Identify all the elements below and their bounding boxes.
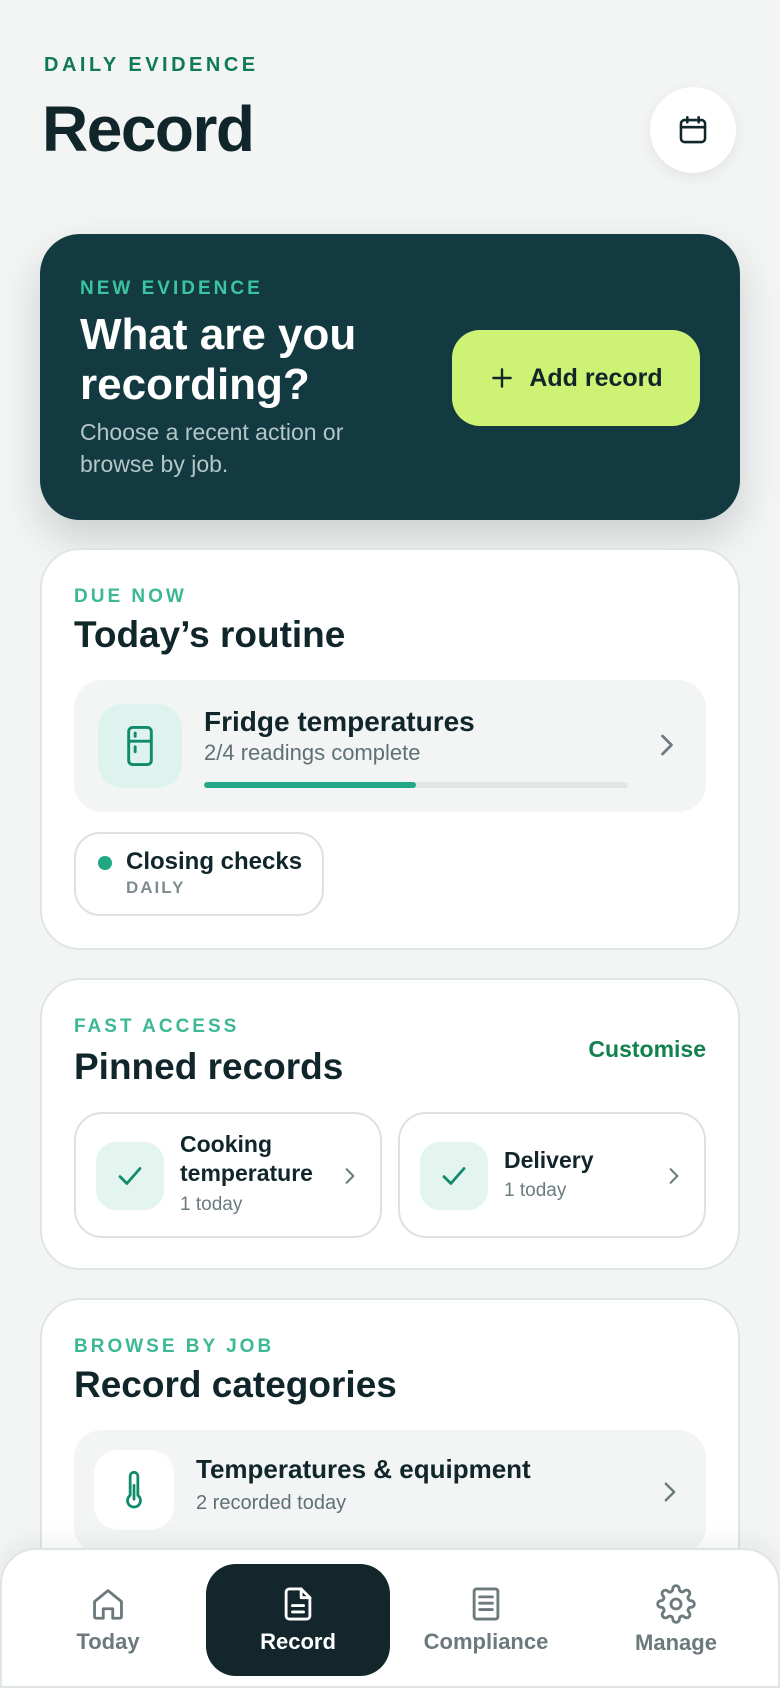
routine-eyebrow: DUE NOW xyxy=(74,586,187,607)
nav-manage[interactable]: Manage xyxy=(584,1564,768,1676)
routine-title: Today’s routine xyxy=(74,614,346,655)
routine-item-meta: 2/4 readings complete xyxy=(204,740,421,765)
closing-checks-chip[interactable]: Closing checks DAILY xyxy=(74,832,324,916)
pin-icon-tile xyxy=(96,1142,164,1210)
categories-eyebrow: BROWSE BY JOB xyxy=(74,1336,275,1357)
record-screen: DAILY EVIDENCE Record NEW EVIDENCE What … xyxy=(0,0,780,1688)
check-icon xyxy=(442,1167,466,1185)
routine-progress-fill xyxy=(204,782,416,788)
chevron-right-icon xyxy=(662,1162,686,1190)
pinned-item-sub: 1 today xyxy=(180,1194,243,1215)
nav-label: Manage xyxy=(635,1630,717,1655)
pinned-eyebrow: FAST ACCESS xyxy=(74,1016,240,1037)
home-icon xyxy=(93,1589,123,1620)
thermometer-icon xyxy=(126,1470,142,1509)
pin-icon-tile xyxy=(420,1142,488,1210)
pinned-card: FAST ACCESS Pinned records Customise Coo… xyxy=(40,978,740,1270)
chip-frequency: DAILY xyxy=(126,878,186,897)
plus-icon xyxy=(492,368,513,388)
book-icon xyxy=(472,1587,500,1621)
calendar-icon xyxy=(679,115,707,144)
pinned-item-sub: 1 today xyxy=(504,1180,567,1201)
routine-progress-bar xyxy=(204,782,628,788)
new-evidence-hero: NEW EVIDENCE What are you recording? Cho… xyxy=(40,234,740,520)
nav-label: Record xyxy=(260,1629,336,1654)
chevron-right-icon xyxy=(658,1478,682,1506)
customise-link[interactable]: Customise xyxy=(588,1036,706,1063)
fridge-icon-tile xyxy=(98,704,182,788)
document-icon xyxy=(284,1587,312,1621)
hero-eyebrow: NEW EVIDENCE xyxy=(80,278,263,299)
category-name: Temperatures & equipment xyxy=(196,1454,531,1484)
nav-label: Compliance xyxy=(423,1629,549,1654)
routine-item-name: Fridge temperatures xyxy=(204,706,475,737)
check-icon xyxy=(118,1167,142,1185)
routine-item-fridge[interactable]: Fridge temperatures 2/4 readings complet… xyxy=(74,680,706,812)
category-sub: 2 recorded today xyxy=(196,1492,347,1514)
nav-label: Today xyxy=(76,1629,140,1654)
pinned-item-delivery[interactable]: Delivery 1 today xyxy=(398,1112,706,1238)
nav-compliance[interactable]: Compliance xyxy=(394,1564,578,1676)
chevron-right-icon xyxy=(338,1162,362,1190)
nav-today[interactable]: Today xyxy=(16,1564,200,1676)
routine-card: DUE NOW Today’s routine Fridge temperatu… xyxy=(40,548,740,950)
pinned-title: Pinned records xyxy=(74,1046,344,1087)
pinned-item-cooking[interactable]: Cooking temperature 1 today xyxy=(74,1112,382,1238)
pinned-item-name: Delivery xyxy=(504,1147,594,1173)
pinned-item-name: Cooking temperature xyxy=(180,1131,313,1186)
gear-icon xyxy=(656,1584,696,1624)
chevron-right-icon xyxy=(652,730,682,760)
category-item-temperatures[interactable]: Temperatures & equipment 2 recorded toda… xyxy=(74,1430,706,1554)
fridge-icon xyxy=(127,725,153,767)
nav-record[interactable]: Record xyxy=(206,1564,390,1676)
calendar-button[interactable] xyxy=(650,87,736,173)
chip-name: Closing checks xyxy=(126,848,303,875)
hero-subtitle: Choose a recent action or browse by job. xyxy=(80,419,344,477)
bottom-nav: Today Record Compliance Manage xyxy=(0,1548,780,1688)
status-dot xyxy=(98,856,112,870)
category-icon-tile xyxy=(94,1450,174,1530)
hero-title: What are you recording? xyxy=(80,310,357,409)
add-record-label: Add record xyxy=(529,363,663,392)
page-title: Record xyxy=(42,93,255,165)
categories-title: Record categories xyxy=(74,1364,397,1405)
add-record-button[interactable]: Add record xyxy=(452,330,700,426)
header-eyebrow: DAILY EVIDENCE xyxy=(44,54,259,76)
